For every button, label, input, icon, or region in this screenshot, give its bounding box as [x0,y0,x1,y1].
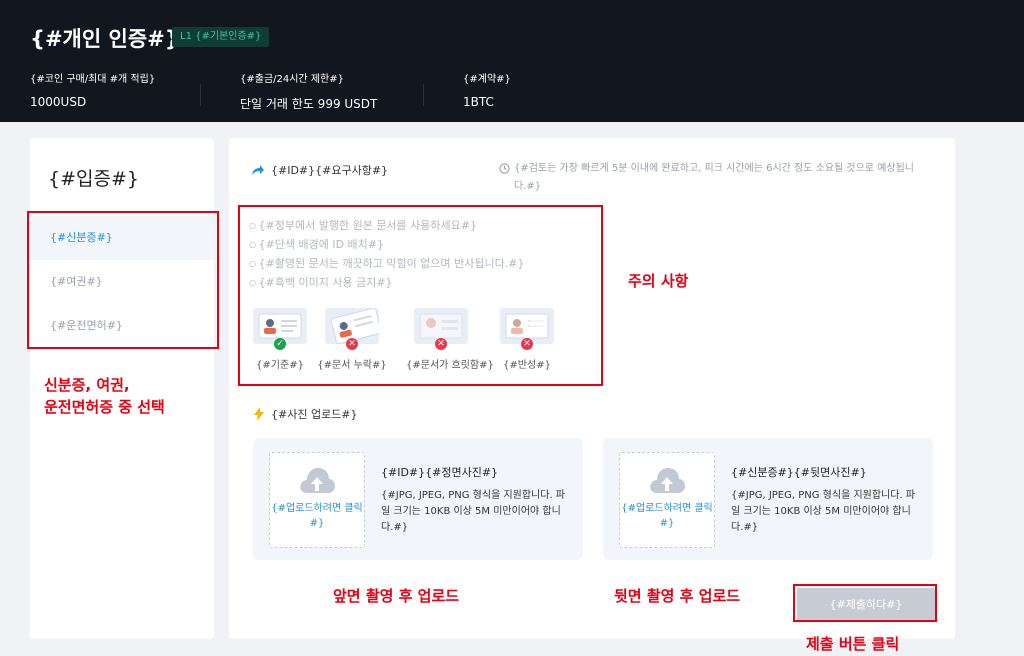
example-caption: {#기준#} [256,360,304,371]
review-note: {#검토는 가장 빠르게 5분 이내에 완료하고, 피크 시간에는 6시간 정도… [499,160,939,196]
rules-list: {#정부에서 발행한 원본 문서를 사용하세요#} {#단색 배경에 ID 배치… [249,216,525,292]
upload-click-text: {#업로드하려면 클릭#} [621,503,713,529]
page-title: {#개인 인증#} [30,27,180,51]
stat-divider [200,84,201,106]
annotation-submit-click: 제출 버튼 클릭 [806,635,900,653]
stat-value: 단일 거래 한도 999 USDT [240,97,378,111]
stat-buy-limit: {#코인 구매/최대 #개 적립} 1000USD [30,70,155,109]
example-reflection: ✕ {#반성#} [492,308,562,371]
front-photo-title: {#ID#}{#정면사진#} [381,466,499,479]
stat-label: {#계약#} [463,74,511,85]
main-panel: {#ID#}{#요구사항#} {#검토는 가장 빠르게 5분 이내에 완료하고,… [229,138,955,639]
front-photo-desc: {#JPG, JPEG, PNG 형식을 지원합니다. 파일 크기는 10KB … [381,490,566,533]
stat-label: {#코인 구매/최대 #개 적립} [30,74,156,85]
requirements-heading-text: {#ID#}{#요구사항#} [271,164,389,177]
stat-value: 1000USD [30,95,87,109]
requirements-heading: {#ID#}{#요구사항#} [251,162,388,178]
clock-icon [499,163,510,174]
sidebar-item-passport[interactable]: {#여권#} [30,260,214,304]
sidebar-title: {#입증#} [48,168,139,190]
back-photo-upload: {#업로드하려면 클릭#} {#신분증#}{#뒷면사진#} {#JPG, JPE… [603,438,933,560]
example-caption: {#문서가 흐릿함#} [406,360,494,371]
front-upload-dropzone[interactable]: {#업로드하려면 클릭#} [269,452,365,548]
rule-item: {#정부에서 발행한 원본 문서를 사용하세요#} [249,216,524,235]
example-missing: ✕ {#문서 누락#} [317,307,387,371]
lightning-icon [254,407,264,421]
annotation-choose-doc: 신분증, 여권, 운전면허증 중 선택 [44,376,165,416]
sidebar-item-drivers-license[interactable]: {#운전면허#} [30,304,214,348]
id-card-example-icon: ✕ [500,308,554,350]
cloud-upload-icon [300,468,335,493]
back-photo-title: {#신분증#}{#뒷면사진#} [731,466,867,479]
submit-button[interactable]: {#제출하다#} [797,588,935,622]
error-x-icon: ✕ [521,338,533,350]
example-caption: {#반성#} [503,360,551,371]
annotation-back-upload: 뒷면 촬영 후 업로드 [614,587,741,605]
back-upload-dropzone[interactable]: {#업로드하려면 클릭#} [619,452,715,548]
upload-heading: {#사진 업로드#} [253,406,358,422]
sidebar-item-id-card[interactable]: {#신분증#} [30,216,214,260]
stat-label: {#출금/24시간 제한#} [240,74,344,85]
front-photo-upload: {#업로드하려면 클릭#} {#ID#}{#정면사진#} {#JPG, JPEG… [253,438,583,560]
error-x-icon: ✕ [346,338,358,350]
check-icon: ✓ [274,338,286,350]
cloud-upload-icon [650,468,685,493]
id-card-example-icon: ✕ [325,307,382,350]
upload-click-text: {#업로드하려면 클릭#} [271,503,363,529]
header-bar: {#개인 인증#} L1 {#기본인증#} {#코인 구매/최대 #개 적립} … [0,0,1024,122]
share-arrow-icon [252,165,264,175]
back-photo-desc: {#JPG, JPEG, PNG 형식을 지원합니다. 파일 크기는 10KB … [731,490,916,533]
rule-item: {#흑백 이미지 사용 금지#} [249,273,524,292]
example-blurry: ✕ {#문서가 흐릿함#} [406,308,494,371]
stat-contract: {#계약#} 1BTC [463,70,511,109]
stat-divider [423,84,424,106]
example-standard: ✓ {#기준#} [245,308,315,371]
rule-item: {#단색 배경에 ID 배치#} [249,235,524,254]
id-card-example-icon: ✓ [253,308,307,350]
annotation-front-upload: 앞면 촬영 후 업로드 [333,587,460,605]
stat-value: 1BTC [463,95,494,109]
rule-item: {#촬영된 문서는 깨끗하고 막힘이 없으며 반사됩니다.#} [249,254,525,273]
review-note-text: {#검토는 가장 빠르게 5분 이내에 완료하고, 피크 시간에는 6시간 정도… [514,163,914,192]
error-x-icon: ✕ [435,338,447,350]
example-caption: {#문서 누락#} [317,360,387,371]
annotation-notes: 주의 사항 [628,272,689,290]
stat-withdraw-limit: {#출금/24시간 제한#} 단일 거래 한도 999 USDT [240,70,377,112]
id-card-example-icon: ✕ [414,308,468,350]
level-badge: L1 {#기본인증#} [172,27,270,47]
upload-heading-text: {#사진 업로드#} [271,408,358,421]
